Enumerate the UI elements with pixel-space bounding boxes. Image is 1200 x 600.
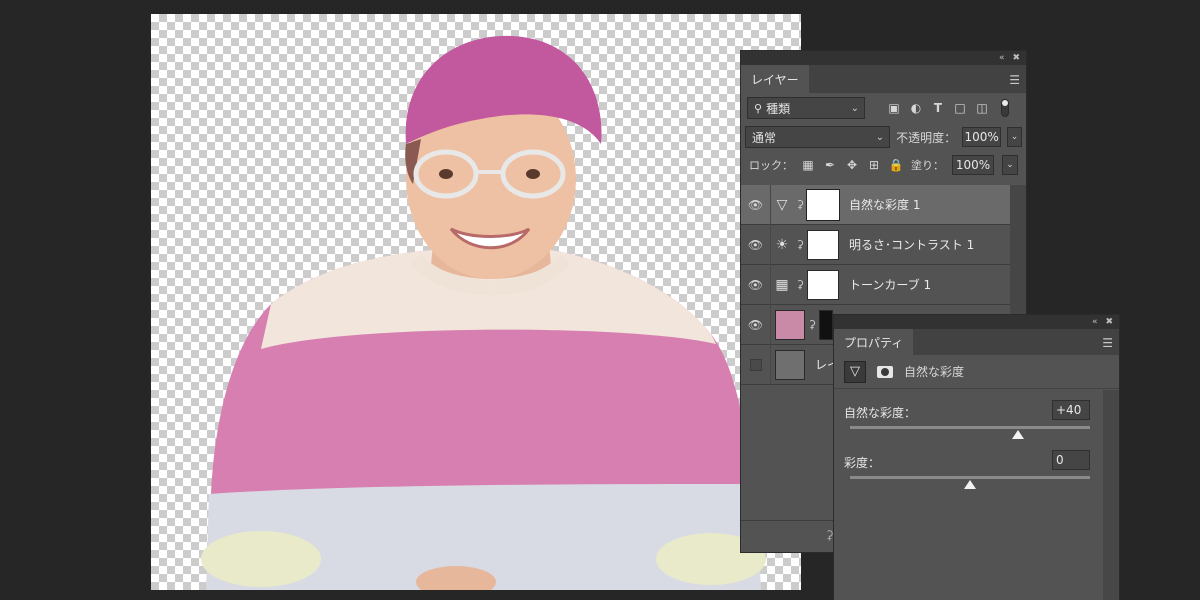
visibility-toggle-empty[interactable] [741, 344, 771, 385]
lock-artboard-icon[interactable]: ⊞ [867, 158, 881, 172]
fill-dropdown-button[interactable]: ⌄ [1002, 155, 1018, 175]
saturation-slider-block: 彩度： 0 [844, 450, 1096, 489]
layer-filter-value: 種類 [766, 101, 791, 116]
layer-name[interactable]: 自然な彩度 1 [849, 196, 920, 213]
lock-transparent-pixels-icon[interactable]: ▦ [801, 158, 815, 172]
panel-menu-icon[interactable]: ☰ [1102, 336, 1113, 350]
vibrance-slider-block: 自然な彩度： +40 [844, 400, 1096, 439]
chevron-down-icon: ⌄ [875, 131, 885, 143]
saturation-slider-handle[interactable] [964, 480, 976, 489]
brightness-contrast-adjustment-icon: ☀ [775, 236, 789, 253]
properties-tabbar: プロパティ ☰ [834, 329, 1119, 355]
opacity-input[interactable]: 100% [962, 127, 1002, 147]
chain-link-icon[interactable]: ⚳ [793, 278, 807, 291]
blend-mode-value: 通常 [752, 130, 777, 145]
layers-tabbar: レイヤー ☰ [741, 65, 1026, 93]
layer-row-curves[interactable]: 👁 ▦ ⚳ トーンカーブ 1 [741, 264, 1011, 305]
checkbox-icon [749, 358, 762, 371]
document-canvas[interactable] [151, 14, 801, 590]
lock-label: ロック： [749, 159, 793, 172]
lock-position-icon[interactable]: ✥ [845, 158, 859, 172]
layers-panel-titlebar: « ✖ [741, 51, 1026, 65]
eye-icon[interactable]: 👁 [741, 224, 771, 265]
shape-filter-icon[interactable]: □ [953, 101, 967, 115]
fill-input[interactable]: 100% [952, 155, 994, 175]
vibrance-slider-track[interactable] [850, 426, 1090, 429]
chevron-down-icon: ⌄ [1006, 160, 1014, 170]
image-filter-icon[interactable]: ▣ [887, 101, 901, 115]
tab-properties[interactable]: プロパティ [834, 329, 914, 355]
portrait-image [201, 35, 766, 590]
vibrance-label: 自然な彩度： [844, 406, 917, 420]
properties-header: ▽ 自然な彩度 [834, 355, 1119, 389]
eye-icon[interactable]: 👁 [741, 264, 771, 305]
layer-image-thumbnail[interactable] [775, 309, 805, 340]
blend-opacity-row: 通常 ⌄ 不透明度： 100% ⌄ [741, 123, 1026, 151]
properties-panel-titlebar: « ✖ [834, 315, 1119, 329]
layer-mask-thumbnail[interactable] [807, 269, 839, 300]
blend-mode-dropdown[interactable]: 通常 ⌄ [745, 126, 891, 148]
tab-layers[interactable]: レイヤー [741, 65, 809, 93]
eye-icon[interactable]: 👁 [741, 304, 771, 345]
vibrance-adjustment-icon[interactable]: ▽ [844, 360, 866, 383]
lock-image-pixels-icon[interactable]: ✒ [823, 158, 837, 172]
type-filter-icon[interactable]: T [931, 101, 945, 115]
chain-link-icon[interactable]: ⚳ [805, 318, 819, 331]
chevron-down-icon: ⌄ [850, 102, 859, 114]
saturation-slider-track[interactable] [850, 476, 1090, 479]
saturation-value-input[interactable]: 0 [1052, 450, 1090, 470]
double-chevron-icon[interactable]: « [1092, 317, 1098, 327]
layer-mask-thumbnail[interactable] [807, 229, 839, 260]
search-icon: ⚲ [754, 101, 763, 115]
curves-adjustment-icon: ▦ [775, 276, 789, 293]
mask-icon[interactable] [874, 360, 896, 383]
properties-body: 自然な彩度： +40 彩度： 0 [834, 390, 1104, 600]
vibrance-adjustment-icon: ▽ [776, 196, 788, 213]
opacity-dropdown-button[interactable]: ⌄ [1007, 127, 1022, 147]
layer-name[interactable]: トーンカーブ 1 [849, 276, 931, 293]
layer-image-thumbnail[interactable] [775, 349, 805, 380]
properties-scrollbar[interactable] [1103, 390, 1119, 600]
vibrance-slider-handle[interactable] [1012, 430, 1024, 439]
vibrance-value-input[interactable]: +40 [1052, 400, 1090, 420]
filter-toggle-switch[interactable] [1001, 99, 1009, 117]
chain-link-icon[interactable]: ⚳ [793, 238, 807, 251]
layer-name[interactable]: 明るさ･コントラスト 1 [849, 236, 974, 253]
layer-row-vibrance[interactable]: 👁 ▽ ⚳ 自然な彩度 1 [741, 184, 1011, 225]
double-chevron-icon[interactable]: « [999, 53, 1005, 63]
adjustment-filter-icon[interactable]: ◐ [909, 101, 923, 115]
lock-all-icon[interactable]: 🔒 [889, 158, 904, 172]
panel-menu-icon[interactable]: ☰ [1009, 73, 1020, 87]
chevron-down-icon: ⌄ [1010, 132, 1019, 142]
smart-object-filter-icon[interactable]: ◫ [975, 101, 989, 115]
layer-mask-thumbnail[interactable] [806, 188, 840, 221]
chain-link-icon[interactable]: ⚳ [793, 198, 807, 211]
properties-panel: « ✖ プロパティ ☰ ▽ 自然な彩度 自然な彩度： +40 彩度： 0 [833, 314, 1120, 600]
layer-filter-dropdown[interactable]: ⚲ 種類 ⌄ [747, 97, 865, 119]
close-icon[interactable]: ✖ [1012, 53, 1020, 63]
close-icon[interactable]: ✖ [1105, 317, 1113, 327]
layer-filter-row: ⚲ 種類 ⌄ ▣ ◐ T □ ◫ [741, 93, 1026, 123]
lock-fill-row: ロック： ▦ ✒ ✥ ⊞ 🔒 塗り： 100% ⌄ [741, 151, 1026, 179]
eye-icon[interactable]: 👁 [741, 184, 771, 225]
fill-label: 塗り： [911, 159, 944, 172]
layer-row-brightness-contrast[interactable]: 👁 ☀ ⚳ 明るさ･コントラスト 1 [741, 224, 1011, 265]
layer-mask-thumbnail[interactable] [819, 309, 833, 340]
properties-title: 自然な彩度 [904, 365, 965, 379]
saturation-label: 彩度： [844, 456, 881, 470]
opacity-label: 不透明度： [896, 130, 957, 145]
